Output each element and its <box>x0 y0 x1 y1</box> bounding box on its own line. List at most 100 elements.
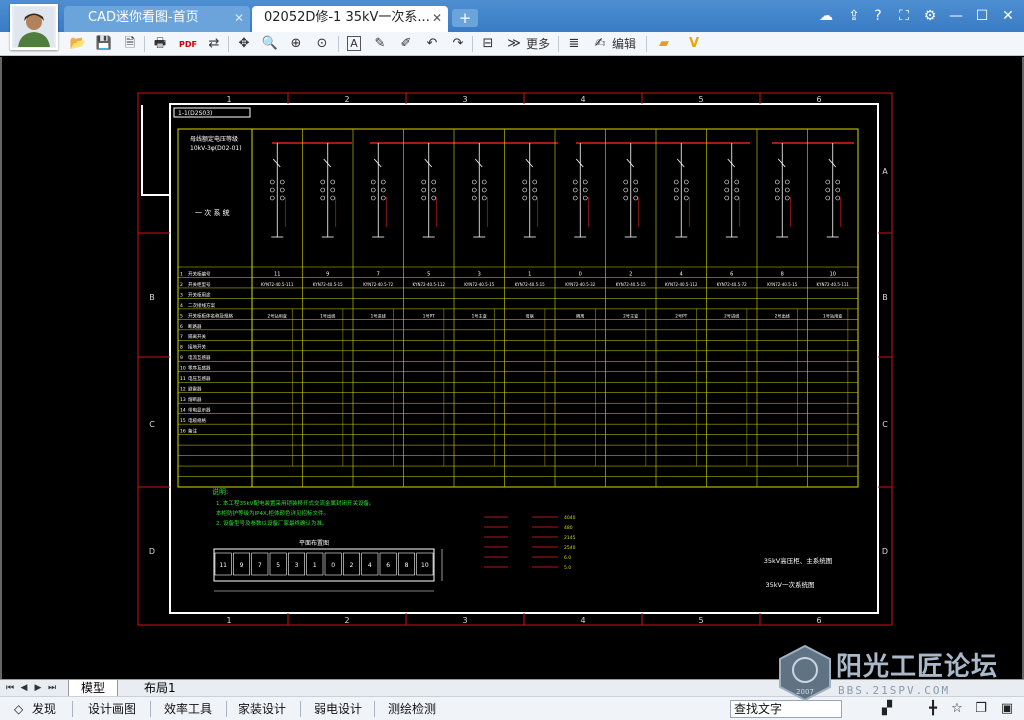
tab-document-close-icon[interactable]: ✕ <box>432 6 442 30</box>
col-number: 3 <box>462 616 467 625</box>
tab-layout1[interactable]: 布局1 <box>132 680 188 697</box>
plan-cell-number: 0 <box>331 562 335 569</box>
breaker-symbol <box>272 158 281 168</box>
cabinet-use: 2号进线 <box>724 312 740 319</box>
row-number: 3 <box>180 292 183 298</box>
tab-model[interactable]: 模型 <box>68 680 119 697</box>
cad-drawing[interactable]: 1 2 3 4 5 6 1 2 3 4 5 6 A B B C C D D 1-… <box>2 57 1022 679</box>
undo-icon[interactable]: ↶ <box>422 34 442 54</box>
breaker-symbol <box>828 158 837 168</box>
col-number: 5 <box>698 95 703 104</box>
title-block-1: 35kV高压柜、主系统图 <box>764 556 832 565</box>
col-number: 1 <box>226 95 231 104</box>
edit-icon[interactable]: ✍ <box>590 34 610 54</box>
zoom-extents-icon[interactable]: ⊙ <box>312 34 332 54</box>
main-table-frame <box>177 128 859 488</box>
title-block-2: 35kV一次系统图 <box>766 580 815 589</box>
cabinet-use: 1号主变 <box>472 312 487 319</box>
tab-home[interactable]: CAD迷你看图-首页 ✕ <box>64 6 250 32</box>
ct-symbol <box>734 195 740 201</box>
more-tools-icon[interactable]: ≫ <box>504 34 524 54</box>
save-as-icon[interactable]: 🗎 <box>120 34 140 54</box>
row-label: 熔断器 <box>188 396 202 403</box>
measure-icon[interactable]: ⊟ <box>478 34 498 54</box>
close-window-button[interactable]: ✕ <box>998 6 1018 26</box>
pencil-icon[interactable]: ✎ <box>370 34 390 54</box>
header-line-2: 10kV-3φ(D02-01) <box>190 145 242 152</box>
toolbar-divider <box>228 36 229 52</box>
maximize-button[interactable]: ☐ <box>972 6 992 26</box>
help-icon[interactable]: ? <box>868 6 888 26</box>
redo-icon[interactable]: ↷ <box>448 34 468 54</box>
user-avatar[interactable] <box>10 4 58 50</box>
prev-layout-icon[interactable]: ◀ <box>18 682 30 694</box>
cloud-icon[interactable]: ☁ <box>816 6 836 26</box>
ct-symbol <box>279 187 285 193</box>
pan-icon[interactable]: ✥ <box>234 34 254 54</box>
ct-symbol <box>825 195 831 201</box>
open-folder-icon[interactable]: 📂 <box>68 34 88 54</box>
discover-button[interactable]: 发现 <box>32 700 56 718</box>
share-icon[interactable]: ⇪ <box>844 6 864 26</box>
efficiency-button[interactable]: 效率工具 <box>164 700 212 718</box>
pdf-export-icon[interactable]: PDF <box>178 34 198 54</box>
design-draw-button[interactable]: 设计画图 <box>88 700 136 718</box>
star-icon[interactable]: ☆ <box>948 700 966 718</box>
minimize-button[interactable]: — <box>946 6 966 26</box>
col-number: 2 <box>344 95 349 104</box>
screenshot-icon[interactable]: ▣ <box>998 700 1016 718</box>
text-tool-icon[interactable]: A <box>344 34 364 54</box>
row-label: 断路器 <box>188 323 202 330</box>
highlighter-icon[interactable]: ✐ <box>396 34 416 54</box>
status-divider <box>150 701 151 717</box>
cabinet-number: 9 <box>326 271 329 277</box>
home-design-button[interactable]: 家装设计 <box>238 700 286 718</box>
crosshair-icon[interactable]: ╋ <box>924 700 942 718</box>
copy-icon[interactable]: ❐ <box>972 700 990 718</box>
cabinet-type: KYN72-40.5-15 <box>313 282 343 287</box>
print-icon[interactable]: 🖶 <box>150 34 170 54</box>
vip-icon[interactable]: V <box>684 34 704 54</box>
ct-symbol <box>582 187 588 193</box>
frame-labels: 1 2 3 4 5 6 1 2 3 4 5 6 A B B C C D D <box>149 95 888 625</box>
row-letter: B <box>149 293 155 302</box>
next-layout-icon[interactable]: ▶ <box>32 682 44 694</box>
ct-symbol <box>774 187 780 193</box>
settings-gear-icon[interactable]: ⚙ <box>920 6 940 26</box>
tab-document[interactable]: 02052D修-1 35kV一次系... ✕ <box>252 6 448 32</box>
row-number: 15 <box>180 418 186 424</box>
survey-button[interactable]: 测绘检测 <box>388 700 436 718</box>
ct-symbol <box>683 195 689 201</box>
zoom-window-icon[interactable]: ⊕ <box>286 34 306 54</box>
weak-current-button[interactable]: 弱电设计 <box>314 700 362 718</box>
row-label: 避雷器 <box>188 386 202 393</box>
tab-home-close-icon[interactable]: ✕ <box>234 6 244 30</box>
breaker-symbol <box>474 158 483 168</box>
row-number: 1 <box>180 271 183 277</box>
ct-symbol <box>279 195 285 201</box>
search-input[interactable]: 查找文字 <box>730 700 842 718</box>
breaker-symbol <box>575 158 584 168</box>
plan-cell-number: 1 <box>313 562 317 569</box>
image-folder-icon[interactable]: ▰ <box>654 34 674 54</box>
ortho-icon[interactable]: ▞ <box>878 700 896 718</box>
last-layout-icon[interactable]: ⏭ <box>46 682 58 694</box>
ct-symbol <box>623 195 629 201</box>
convert-icon[interactable]: ⇄ <box>204 34 224 54</box>
first-layout-icon[interactable]: ⏮ <box>4 682 16 694</box>
tab-document-label: 02052D修-1 35kV一次系... <box>264 10 430 25</box>
drawing-canvas[interactable]: 1 2 3 4 5 6 1 2 3 4 5 6 A B B C C D D 1-… <box>0 57 1024 679</box>
row-label: 电缆规格 <box>188 417 206 424</box>
new-tab-button[interactable]: + <box>452 9 478 27</box>
ct-symbol <box>522 195 528 201</box>
fullscreen-icon[interactable]: ⛶ <box>894 6 914 26</box>
zoom-in-icon[interactable]: 🔍 <box>260 34 280 54</box>
row-letter: B <box>882 293 888 302</box>
cabinet-type: KYN72-40.5-72 <box>363 282 393 287</box>
more-button[interactable]: 更多 <box>526 34 550 54</box>
edit-button[interactable]: 编辑 <box>612 34 636 54</box>
save-icon[interactable]: 💾 <box>94 34 114 54</box>
row-number: 4 <box>180 303 183 309</box>
layers-icon[interactable]: ≣ <box>564 34 584 54</box>
row-letter: D <box>149 547 155 556</box>
